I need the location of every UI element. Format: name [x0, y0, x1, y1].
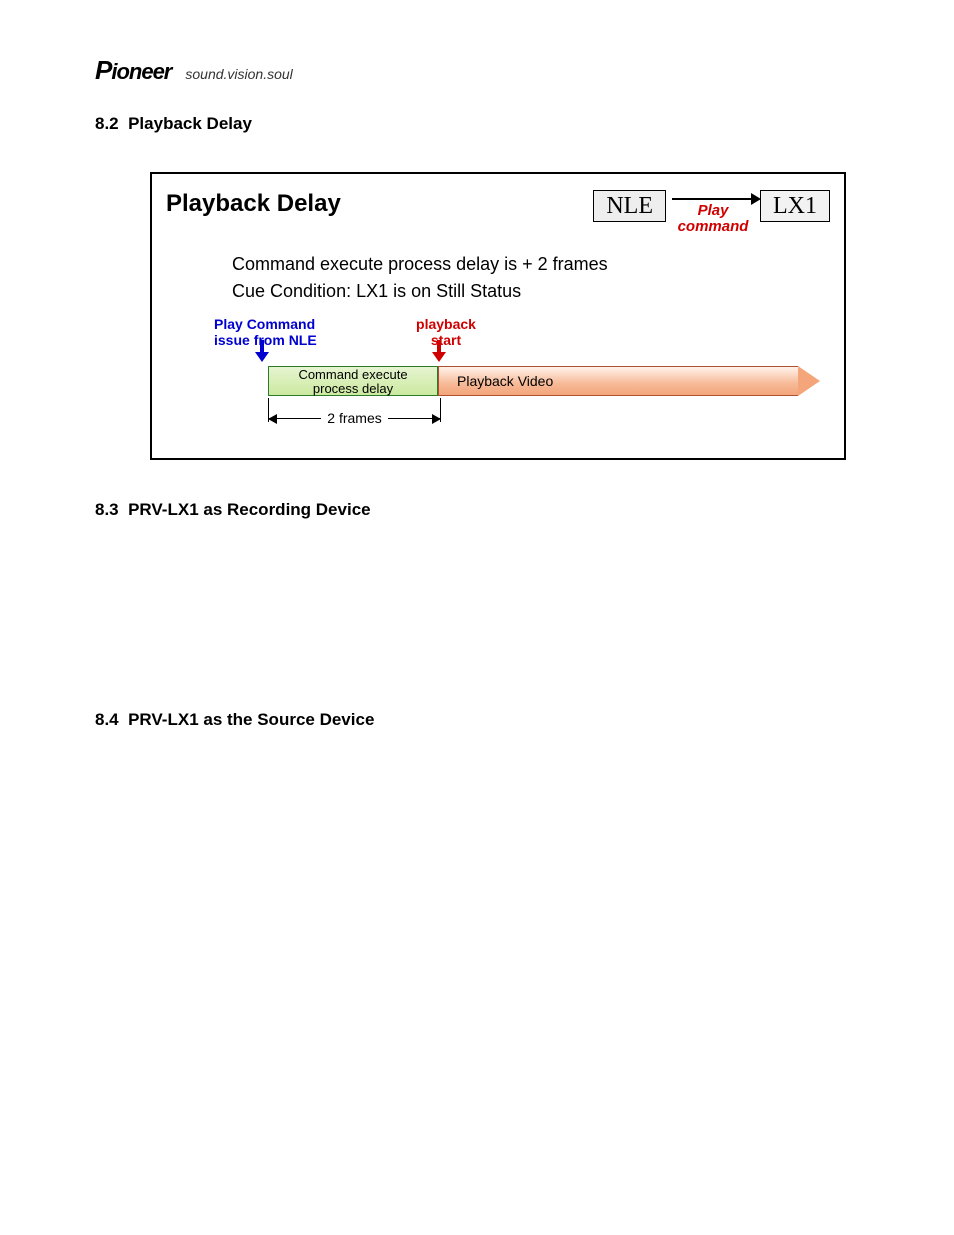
- section-heading-8-4: 8.4 PRV-LX1 as the Source Device: [95, 710, 869, 730]
- playback-video-bar-wrap: Playback Video: [438, 366, 820, 396]
- arrow-label-line1: Play: [698, 202, 729, 219]
- section-num: 8.4: [95, 710, 119, 729]
- brand-logo: Pioneer: [95, 55, 171, 86]
- arrow-label-line2: command: [678, 218, 749, 235]
- section-heading-8-3: 8.3 PRV-LX1 as Recording Device: [95, 500, 869, 520]
- section-83-content-placeholder: [95, 530, 869, 690]
- red-label-line1: playback: [416, 316, 476, 332]
- diagram-title: Playback Delay: [166, 190, 593, 218]
- brand-text: ioneer: [111, 59, 171, 84]
- play-command-arrow: Play command: [666, 190, 760, 224]
- section-title: Playback Delay: [128, 114, 252, 133]
- blue-label-line1: Play Command: [214, 316, 315, 332]
- page-header: Pioneer sound.vision.soul: [95, 55, 869, 86]
- playback-delay-diagram: Playback Delay NLE Play command LX1 Comm…: [150, 172, 846, 460]
- lx1-box: LX1: [760, 190, 830, 222]
- diagram-text-line2: Cue Condition: LX1 is on Still Status: [232, 281, 820, 302]
- blue-label-line2: issue from NLE: [214, 332, 317, 348]
- brand-tagline: sound.vision.soul: [185, 66, 292, 82]
- diagram-body: Command execute process delay is + 2 fra…: [152, 224, 844, 432]
- section-title: PRV-LX1 as the Source Device: [128, 710, 374, 729]
- diagram-header-row: Playback Delay NLE Play command LX1: [152, 190, 844, 224]
- dim-arrow-left-icon: [268, 414, 277, 424]
- bar1-line2: process delay: [313, 381, 393, 396]
- section-num: 8.2: [95, 114, 119, 133]
- red-label-line2: start: [431, 332, 461, 348]
- timeline: Command execute process delay Playback V…: [214, 352, 820, 432]
- command-delay-bar: Command execute process delay: [268, 366, 438, 396]
- section-title: PRV-LX1 as Recording Device: [128, 500, 371, 519]
- dimension-label: 2 frames: [321, 410, 387, 426]
- two-frames-dimension: 2 frames: [268, 404, 441, 430]
- bar-arrowhead-icon: [798, 366, 820, 396]
- dim-arrow-right-icon: [432, 414, 441, 424]
- diagram-text-line1: Command execute process delay is + 2 fra…: [232, 254, 820, 275]
- nle-box: NLE: [593, 190, 666, 222]
- timeline-bars: Command execute process delay Playback V…: [268, 366, 820, 396]
- section-heading-8-2: 8.2 Playback Delay: [95, 114, 869, 134]
- section-num: 8.3: [95, 500, 119, 519]
- bar1-line1: Command execute: [298, 367, 407, 382]
- marker-labels: Play Command issue from NLE playback sta…: [214, 316, 820, 350]
- playback-video-bar: Playback Video: [438, 366, 798, 396]
